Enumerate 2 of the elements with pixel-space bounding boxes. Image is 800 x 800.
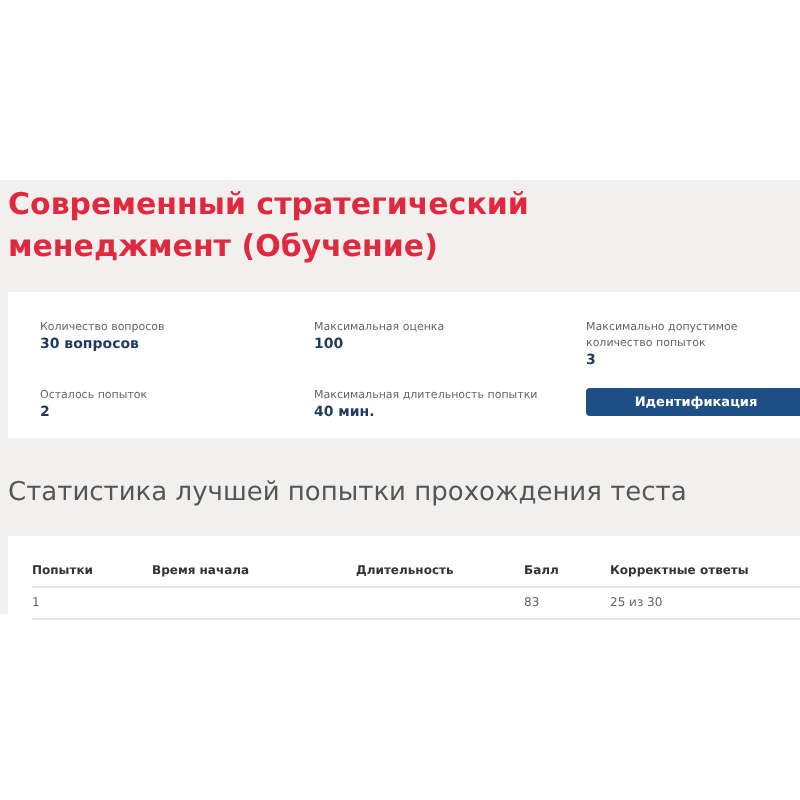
page-title: Современный стратегический менеджмент (Обучение) <box>8 184 531 268</box>
section-title: Статистика лучшей попытки прохождения теста <box>8 478 689 508</box>
